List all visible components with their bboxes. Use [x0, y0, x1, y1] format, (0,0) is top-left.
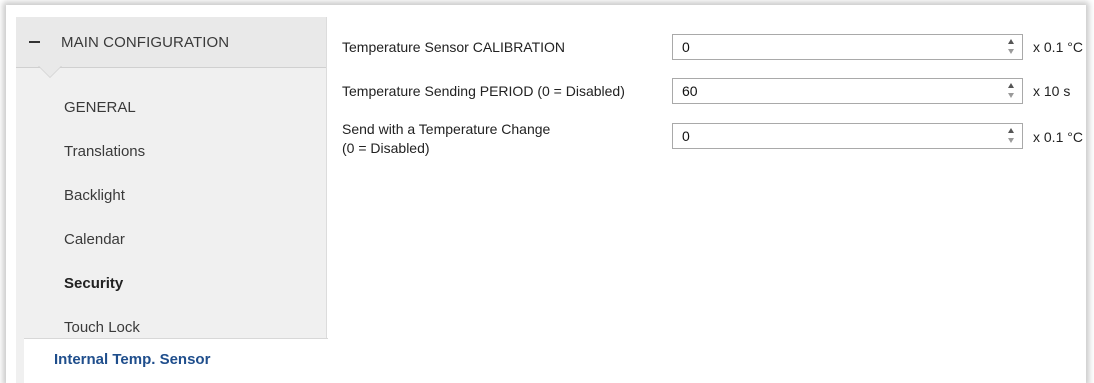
temperature-change-spinner[interactable] [1007, 127, 1016, 145]
sidebar: MAIN CONFIGURATION GENERAL Translations … [16, 17, 327, 383]
temperature-change-label-line1: Send with a Temperature Change [342, 121, 551, 137]
temperature-change-unit: x 0.1 °C [1033, 129, 1083, 145]
main-configuration-header[interactable]: MAIN CONFIGURATION [16, 17, 326, 68]
temperature-change-value: 0 [682, 128, 690, 144]
header-pointer-fill [39, 66, 61, 77]
sidebar-item-label: Internal Temp. Sensor [54, 351, 211, 368]
sending-period-unit: x 10 s [1033, 83, 1071, 99]
spinner-up-icon[interactable] [1008, 83, 1014, 88]
sending-period-label: Temperature Sending PERIOD (0 = Disabled… [342, 83, 625, 99]
temperature-change-label-line2: (0 = Disabled) [342, 140, 430, 156]
sidebar-header-label: MAIN CONFIGURATION [61, 33, 230, 51]
sidebar-item-translations[interactable]: Translations [64, 143, 145, 160]
sidebar-item-backlight[interactable]: Backlight [64, 187, 125, 204]
spinner-up-icon[interactable] [1008, 39, 1014, 44]
calibration-value: 0 [682, 39, 690, 55]
spinner-down-icon[interactable] [1008, 93, 1014, 98]
calibration-unit: x 0.1 °C [1033, 39, 1083, 55]
sidebar-item-calendar[interactable]: Calendar [64, 231, 125, 248]
calibration-input[interactable]: 0 [672, 34, 1023, 60]
sidebar-item-internal-temp-sensor[interactable]: Internal Temp. Sensor [24, 338, 328, 383]
minus-icon[interactable] [29, 41, 40, 43]
spinner-down-icon[interactable] [1008, 138, 1014, 143]
calibration-spinner[interactable] [1007, 38, 1016, 56]
sending-period-input[interactable]: 60 [672, 78, 1023, 104]
app-window: MAIN CONFIGURATION GENERAL Translations … [6, 5, 1086, 383]
sidebar-item-general[interactable]: GENERAL [64, 99, 136, 116]
temperature-change-input[interactable]: 0 [672, 123, 1023, 149]
sidebar-item-touch-lock[interactable]: Touch Lock [64, 319, 140, 336]
sending-period-spinner[interactable] [1007, 82, 1016, 100]
spinner-down-icon[interactable] [1008, 49, 1014, 54]
spinner-up-icon[interactable] [1008, 128, 1014, 133]
temperature-change-label: Send with a Temperature Change (0 = Disa… [342, 120, 550, 158]
calibration-label: Temperature Sensor CALIBRATION [342, 39, 566, 55]
sidebar-item-security[interactable]: Security [64, 275, 123, 292]
sending-period-value: 60 [682, 83, 698, 99]
